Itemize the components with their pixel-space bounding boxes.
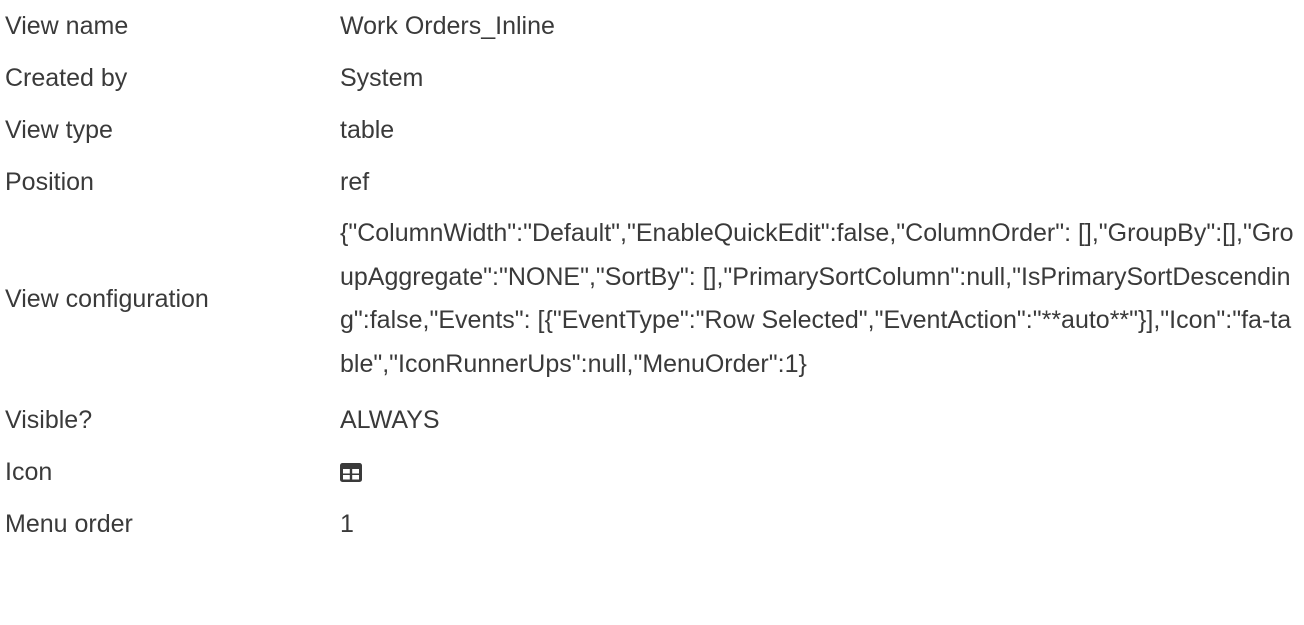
view-configuration-label: View configuration <box>5 284 209 313</box>
table-icon <box>340 462 362 482</box>
row-menu-order: Menu order 1 <box>5 498 1295 550</box>
row-view-name: View name Work Orders_Inline <box>5 0 1295 52</box>
menu-order-label: Menu order <box>5 509 133 538</box>
menu-order-value: 1 <box>340 509 354 538</box>
view-type-label: View type <box>5 115 113 144</box>
created-by-value: System <box>340 63 424 92</box>
row-created-by: Created by System <box>5 52 1295 104</box>
row-view-type: View type table <box>5 104 1295 156</box>
icon-value <box>340 457 1295 487</box>
position-value: ref <box>340 167 370 196</box>
view-details: View name Work Orders_Inline Created by … <box>5 0 1295 550</box>
icon-label: Icon <box>5 457 53 486</box>
created-by-label: Created by <box>5 63 128 92</box>
row-visible: Visible? ALWAYS <box>5 394 1295 446</box>
view-name-value: Work Orders_Inline <box>340 11 555 40</box>
row-position: Position ref <box>5 156 1295 208</box>
row-view-configuration: View configuration {"ColumnWidth":"Defau… <box>5 208 1295 394</box>
visible-value: ALWAYS <box>340 405 440 434</box>
position-label: Position <box>5 167 94 196</box>
visible-label: Visible? <box>5 405 93 434</box>
view-name-label: View name <box>5 11 129 40</box>
view-type-value: table <box>340 115 395 144</box>
view-configuration-value: {"ColumnWidth":"Default","EnableQuickEdi… <box>340 219 1294 378</box>
row-icon: Icon <box>5 446 1295 498</box>
